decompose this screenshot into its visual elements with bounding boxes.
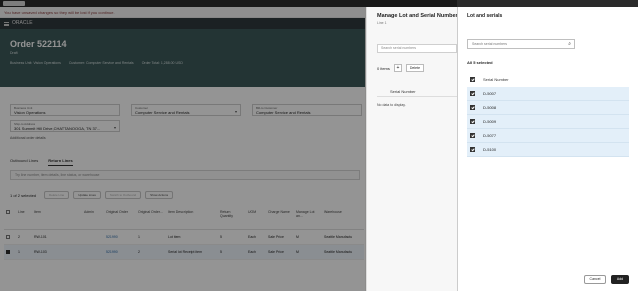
serial-number-column-header[interactable]: Serial Number bbox=[377, 87, 457, 97]
list-item[interactable]: D-5008 bbox=[467, 101, 629, 115]
serial-number: D-5009 bbox=[483, 119, 497, 124]
serial-number: D-5007 bbox=[483, 91, 497, 96]
cancel-button[interactable]: Cancel bbox=[584, 275, 606, 284]
serial-list: D-5007 D-5008 D-5009 D-5077 D-5100 bbox=[467, 87, 629, 157]
serial-checkbox[interactable] bbox=[470, 147, 475, 152]
serial-number: D-5077 bbox=[483, 133, 497, 138]
lot-and-serials-drawer: Lot and serials Search serial numbers ⌕ … bbox=[457, 7, 638, 291]
list-item[interactable]: D-5100 bbox=[467, 143, 629, 157]
serial-number: D-5008 bbox=[483, 105, 497, 110]
serial-checkbox[interactable] bbox=[470, 119, 475, 124]
delete-serial-button[interactable]: Delete bbox=[405, 64, 425, 72]
add-button[interactable]: Add bbox=[611, 275, 629, 284]
serial-list-header: Serial Number bbox=[467, 74, 629, 84]
add-serial-button[interactable]: + bbox=[393, 64, 402, 72]
serial-search-input[interactable]: Search serial numbers bbox=[377, 44, 457, 53]
items-count: 0 items bbox=[377, 65, 390, 71]
serial-checkbox[interactable] bbox=[470, 91, 475, 96]
list-item[interactable]: D-5007 bbox=[467, 87, 629, 101]
list-item[interactable]: D-5077 bbox=[467, 129, 629, 143]
serial-number-column-header[interactable]: Serial Number bbox=[483, 77, 509, 82]
drawer-title: Lot and serials bbox=[467, 13, 503, 19]
manage-lot-serial-drawer: Manage Lot and Serial Numbers Line 1 Sea… bbox=[366, 7, 457, 291]
select-all-checkbox[interactable] bbox=[470, 76, 475, 82]
empty-state: No data to display. bbox=[377, 103, 406, 107]
serial-checkbox[interactable] bbox=[470, 133, 475, 138]
list-item[interactable]: D-5009 bbox=[467, 115, 629, 129]
selection-summary: All 5 selected bbox=[467, 60, 493, 65]
search-placeholder: Search serial numbers bbox=[472, 42, 508, 46]
serial-number: D-5100 bbox=[483, 147, 497, 152]
drawer-subtitle: Line 1 bbox=[377, 21, 387, 25]
drawer-title: Manage Lot and Serial Numbers bbox=[377, 13, 457, 19]
items-toolbar: 0 items + Delete bbox=[377, 64, 425, 72]
lot-serial-search-input[interactable]: Search serial numbers ⌕ bbox=[467, 39, 575, 49]
search-icon[interactable]: ⌕ bbox=[568, 40, 571, 48]
serial-checkbox[interactable] bbox=[470, 105, 475, 110]
